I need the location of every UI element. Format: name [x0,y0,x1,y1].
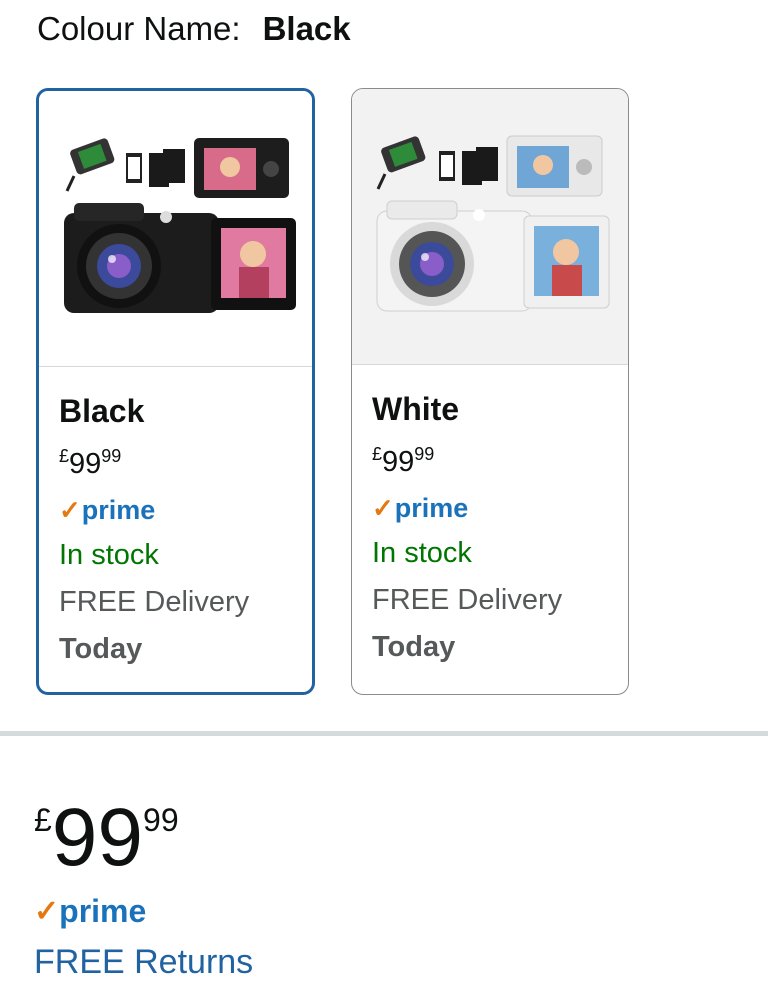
main-price: £9999 [34,775,179,906]
white-camera-image [352,89,628,365]
delivery-day: Today [372,631,456,663]
section-divider [0,731,768,736]
colour-name-value: Black [262,10,351,47]
price-whole: 99 [382,446,415,478]
black-option-info: Black £9999 ✓ prime In stock FREE Deliver… [59,391,249,666]
prime-check-icon: ✓ [59,495,81,525]
colour-name-row: Colour Name: Black [37,8,351,50]
option-name: Black [59,393,145,429]
prime-badge-main: ✓ prime [34,893,146,930]
price-currency: £ [59,446,70,466]
price-fraction: 99 [414,444,435,464]
price-currency: £ [372,444,383,464]
prime-label: prime [59,893,147,929]
swatch-black[interactable]: Black £9999 ✓ prime In stock FREE Deliver… [36,88,315,695]
prime-check-icon: ✓ [34,895,60,928]
option-name: White [372,391,460,427]
free-returns-link[interactable]: FREE Returns [34,940,253,984]
stock-status: In stock [59,539,159,571]
price-fraction: 99 [101,446,122,466]
black-camera-image [39,91,312,367]
colour-name-label: Colour Name: [37,10,241,47]
delivery-day: Today [59,633,143,665]
stock-status: In stock [372,537,472,569]
prime-check-icon: ✓ [372,493,394,523]
option-price: £9999 [59,439,249,481]
price-whole: 99 [69,448,102,480]
prime-badge: ✓ prime [372,493,562,523]
prime-label: prime [81,495,156,525]
delivery-text: FREE Delivery [59,586,250,618]
option-price: £9999 [372,437,562,479]
prime-label: prime [394,493,469,523]
main-price-fraction: 99 [143,802,179,838]
white-option-info: White £9999 ✓ prime In stock FREE Deliver… [372,389,562,664]
swatch-white[interactable]: White £9999 ✓ prime In stock FREE Deliver… [351,88,629,695]
main-price-whole: 99 [51,792,144,883]
main-price-currency: £ [34,802,52,838]
prime-badge: ✓ prime [59,495,249,525]
delivery-text: FREE Delivery [372,584,563,616]
